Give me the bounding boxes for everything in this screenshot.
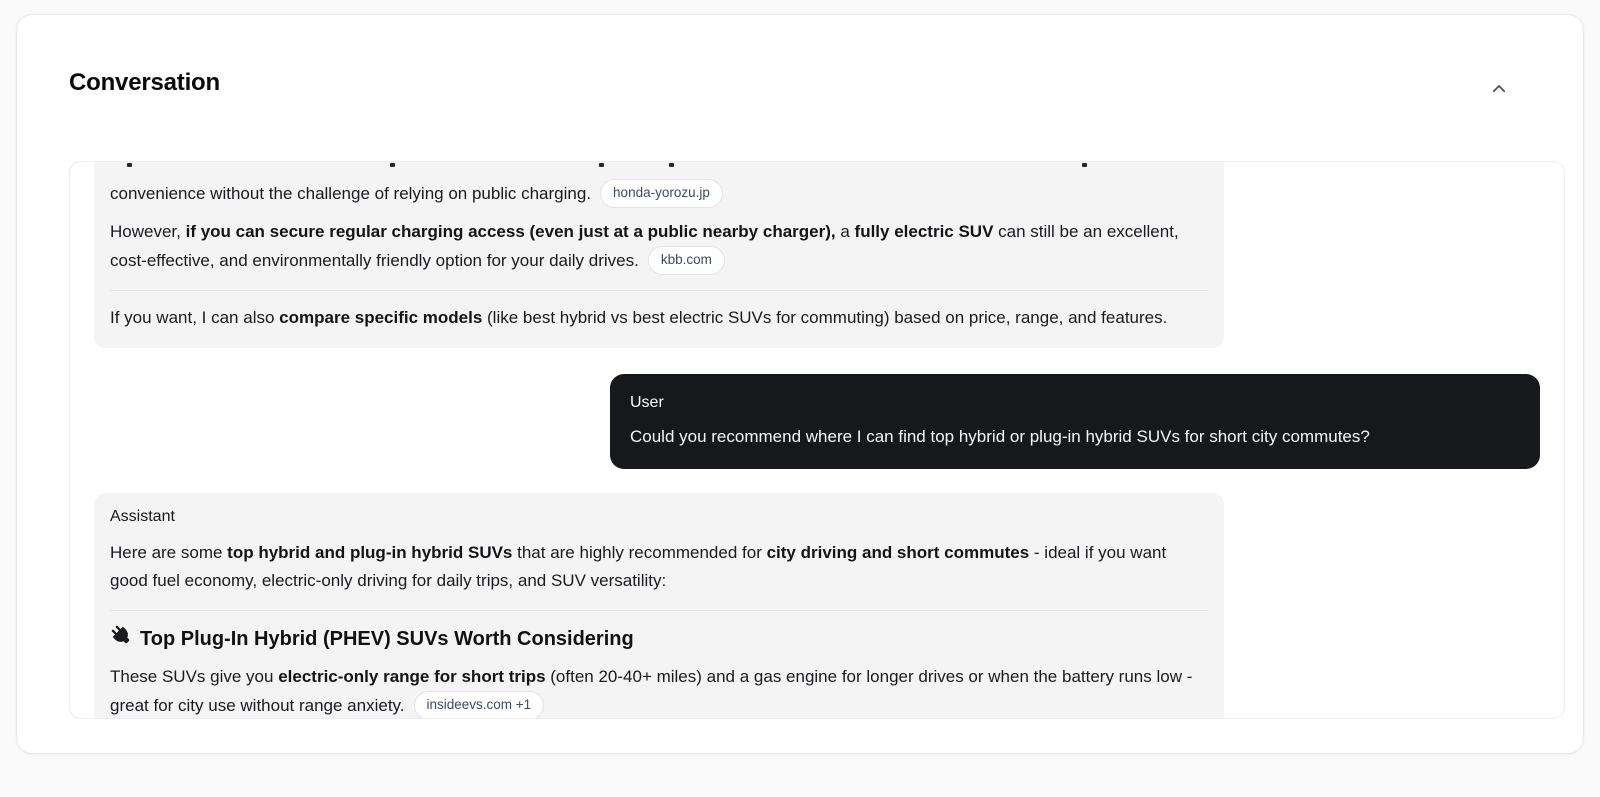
chevron-up-icon <box>1490 80 1508 98</box>
user-message-text: Could you recommend where I can find top… <box>630 427 1370 446</box>
section-heading: Top Plug-In Hybrid (PHEV) SUVs Worth Con… <box>110 624 1208 653</box>
paragraph-divider <box>110 610 1208 611</box>
message-paragraph: Here are some top hybrid and plug-in hyb… <box>110 539 1208 595</box>
bold-text-run: city driving and short commutes <box>766 543 1030 562</box>
bold-text-run: if you can secure regular charging acces… <box>185 222 836 241</box>
message-paragraph: If you want, I can also compare specific… <box>110 304 1208 332</box>
message-list: convenience without the challenge of rel… <box>70 162 1564 718</box>
clipped-letter-fragment <box>669 163 674 167</box>
message-role-label: User <box>630 394 664 411</box>
text-run: Here are some <box>110 543 228 562</box>
message-role-label: Assistant <box>110 508 175 525</box>
text-run: (like best hybrid vs best electric SUVs … <box>482 308 1168 327</box>
collapse-button[interactable] <box>1485 75 1513 103</box>
citation-badge[interactable]: kbb.com <box>647 246 725 275</box>
text-run: a <box>835 222 855 241</box>
clipped-text-line <box>110 162 1208 169</box>
assistant-message-bubble: convenience without the challenge of rel… <box>94 162 1224 348</box>
text-run: If you want, I can also <box>110 308 280 327</box>
message-row-assistant: convenience without the challenge of rel… <box>94 162 1540 348</box>
clipped-letter-fragment <box>1082 163 1087 167</box>
message-row-assistant: Assistant Here are some top hybrid and pl… <box>94 493 1540 718</box>
message-paragraph: convenience without the challenge of rel… <box>110 179 1208 208</box>
text-run: that are highly recommended for <box>512 543 767 562</box>
conversation-scroll-area[interactable]: convenience without the challenge of rel… <box>69 161 1565 719</box>
citation-badge[interactable]: honda-yorozu.jp <box>600 179 723 208</box>
bold-text-run: top hybrid and plug-in hybrid SUVs <box>227 543 513 562</box>
text-run: These SUVs give you <box>110 667 279 686</box>
message-paragraph: These SUVs give you electric-only range … <box>110 663 1208 718</box>
bold-text-run: fully electric SUV <box>854 222 994 241</box>
text-run: convenience without the challenge of rel… <box>110 184 592 203</box>
clipped-letter-fragment <box>127 163 132 167</box>
text-run: However, <box>110 222 186 241</box>
card-header: Conversation <box>17 15 1583 105</box>
citation-badge[interactable]: insideevs.com +1 <box>413 691 545 718</box>
bold-text-run: electric-only range for short trips <box>278 667 546 686</box>
assistant-message-bubble: Assistant Here are some top hybrid and pl… <box>94 493 1224 718</box>
message-row-user: User Could you recommend where I can find… <box>94 374 1540 469</box>
clipped-letter-fragment <box>390 163 395 167</box>
user-message-bubble: User Could you recommend where I can find… <box>610 374 1540 469</box>
paragraph-divider <box>110 290 1208 291</box>
page-title: Conversation <box>69 69 220 96</box>
plug-icon <box>110 624 131 653</box>
clipped-letter-fragment <box>599 163 604 167</box>
section-heading-text: Top Plug-In Hybrid (PHEV) SUVs Worth Con… <box>140 627 634 650</box>
message-paragraph: However, if you can secure regular charg… <box>110 218 1208 275</box>
conversation-card: Conversation convenience without the cha… <box>16 14 1584 754</box>
bold-text-run: compare specific models <box>279 308 483 327</box>
